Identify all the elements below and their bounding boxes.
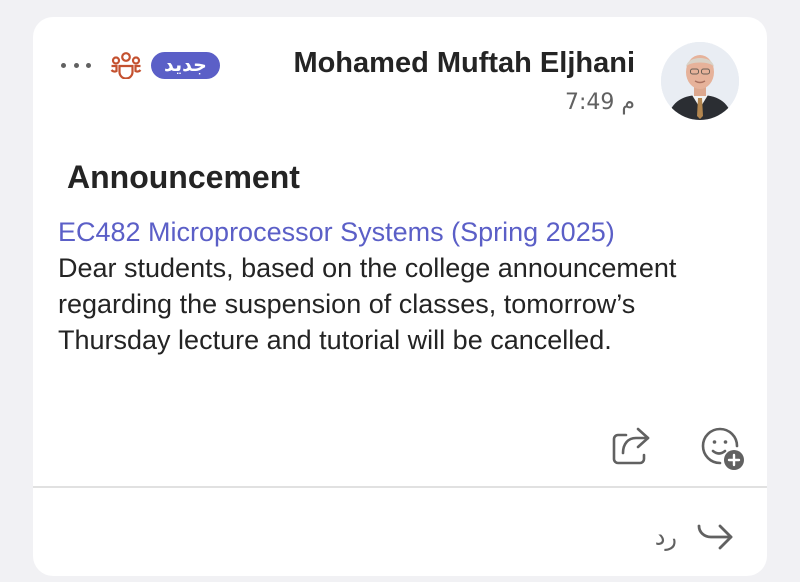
reply-button[interactable]: رد xyxy=(655,517,735,557)
share-icon[interactable] xyxy=(610,425,652,467)
more-dot xyxy=(61,62,66,68)
author-name[interactable]: Mohamed Muftah Eljhani xyxy=(293,47,635,80)
author-avatar[interactable] xyxy=(661,42,739,120)
channel-link[interactable]: EC482 Microprocessor Systems (Spring 202… xyxy=(58,214,748,250)
more-dot xyxy=(86,62,91,68)
post-message: Dear students, based on the college anno… xyxy=(58,253,677,355)
reply-arrow-icon xyxy=(697,524,733,550)
post-timestamp: 7:49 م xyxy=(564,90,635,115)
more-dot xyxy=(73,62,79,68)
divider xyxy=(33,486,767,488)
announcement-card: جديد Mohamed Muftah Eljhani 7:49 م Annou… xyxy=(33,17,767,576)
post-header: جديد Mohamed Muftah Eljhani 7:49 م xyxy=(33,17,767,137)
team-icon xyxy=(110,52,142,79)
avatar-image xyxy=(661,42,739,120)
add-reaction-icon[interactable] xyxy=(699,425,747,473)
new-badge: جديد xyxy=(151,52,220,79)
more-options-icon[interactable] xyxy=(61,55,91,75)
post-subject: Announcement xyxy=(67,159,300,195)
reply-label: رد xyxy=(654,523,677,551)
post-body: EC482 Microprocessor Systems (Spring 202… xyxy=(58,214,748,358)
